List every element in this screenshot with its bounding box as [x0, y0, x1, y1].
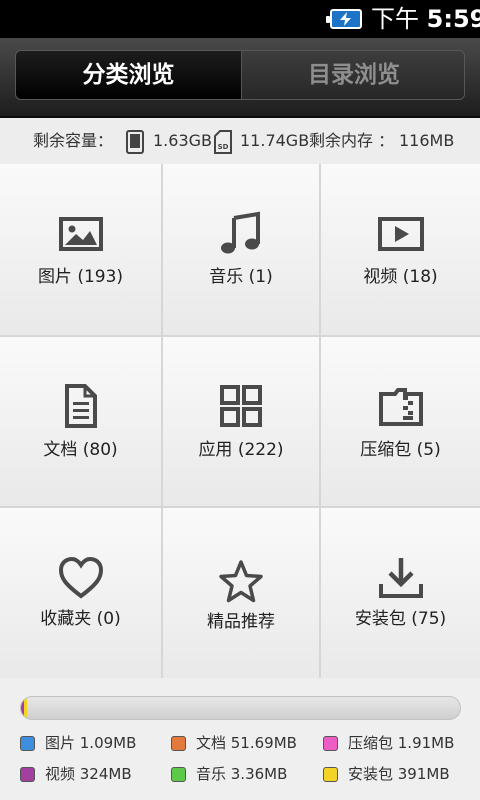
legend-swatch — [20, 736, 35, 751]
remaining-memory-label: 剩余内存 ： — [309, 131, 395, 150]
category-label: 音乐 (1) — [209, 267, 273, 287]
category-music[interactable]: 音乐 (1) — [163, 164, 321, 337]
legend-item-archives: 压缩包 1.91MB — [323, 733, 454, 753]
tab-category-browse[interactable]: 分类浏览 — [16, 51, 241, 99]
tab-directory-browse[interactable]: 目录浏览 — [241, 51, 464, 99]
legend-item-packages: 安装包 391MB — [323, 764, 450, 784]
category-install-packages[interactable]: 安装包 (75) — [321, 508, 480, 678]
storage-info-bar: 剩余容量： 1.63GB SD 11.74GB 剩余内存 ： 116MB — [0, 118, 480, 165]
storage-usage-bar — [20, 696, 461, 720]
category-featured[interactable]: 精品推荐 — [163, 508, 321, 678]
document-icon — [64, 384, 97, 428]
category-archives[interactable]: 压缩包 (5) — [321, 337, 480, 508]
clock-period: 下午 — [371, 5, 419, 33]
legend-label: 安装包 391MB — [348, 765, 450, 783]
phone-storage-icon — [126, 130, 144, 154]
legend-item-music: 音乐 3.36MB — [171, 764, 287, 784]
legend-label: 文档 51.69MB — [196, 734, 297, 752]
legend-label: 压缩包 1.91MB — [348, 734, 455, 752]
music-icon — [221, 211, 260, 254]
legend-item-video: 视频 324MB — [20, 764, 132, 784]
legend-swatch — [171, 767, 186, 782]
header: 分类浏览 目录浏览 — [0, 38, 480, 118]
category-label: 精品推荐 — [207, 612, 275, 632]
star-icon — [219, 560, 263, 603]
video-icon — [377, 217, 424, 251]
legend-swatch — [323, 736, 338, 751]
remaining-capacity-label: 剩余容量： — [33, 131, 114, 150]
apps-grid-icon — [220, 385, 262, 427]
category-grid: 图片 (193) 音乐 (1) 视频 (18) 文档 (80) 应用 (222)… — [0, 164, 480, 678]
status-bar: 下午 5:59 — [0, 0, 480, 38]
category-pictures[interactable]: 图片 (193) — [0, 164, 163, 337]
legend-label: 视频 324MB — [45, 765, 132, 783]
legend-swatch — [323, 767, 338, 782]
category-label: 压缩包 (5) — [360, 440, 441, 460]
category-label: 安装包 (75) — [354, 609, 447, 629]
picture-icon — [58, 217, 103, 251]
legend-label: 图片 1.09MB — [45, 734, 137, 752]
download-icon — [378, 558, 423, 598]
category-label: 文档 (80) — [43, 440, 118, 460]
legend-swatch — [20, 767, 35, 782]
category-label: 收藏夹 (0) — [40, 609, 121, 629]
category-apps[interactable]: 应用 (222) — [163, 337, 321, 508]
category-documents[interactable]: 文档 (80) — [0, 337, 163, 508]
category-video[interactable]: 视频 (18) — [321, 164, 480, 337]
remaining-memory-value: 116MB — [399, 131, 455, 150]
category-label: 应用 (222) — [198, 440, 284, 460]
browse-mode-tabs: 分类浏览 目录浏览 — [15, 50, 465, 100]
legend-item-documents: 文档 51.69MB — [171, 733, 297, 753]
svg-text:SD: SD — [218, 143, 229, 151]
battery-charging-icon — [326, 9, 362, 29]
category-label: 视频 (18) — [363, 267, 438, 287]
sd-storage-value: 11.74GB — [240, 131, 310, 150]
legend-label: 音乐 3.36MB — [196, 765, 288, 783]
category-favorites[interactable]: 收藏夹 (0) — [0, 508, 163, 678]
storage-usage-panel: 图片 1.09MB 文档 51.69MB 压缩包 1.91MB 视频 324MB… — [0, 678, 480, 800]
status-clock: 下午 5:59 — [371, 4, 480, 34]
usage-bar-segment — [23, 697, 28, 719]
archive-icon — [378, 388, 423, 426]
clock-time: 5:59 — [426, 5, 480, 33]
sd-card-icon: SD — [214, 130, 232, 154]
legend-swatch — [171, 736, 186, 751]
legend-item-pictures: 图片 1.09MB — [20, 733, 136, 753]
heart-icon — [58, 556, 103, 599]
category-label: 图片 (193) — [37, 267, 124, 287]
phone-storage-value: 1.63GB — [153, 131, 212, 150]
